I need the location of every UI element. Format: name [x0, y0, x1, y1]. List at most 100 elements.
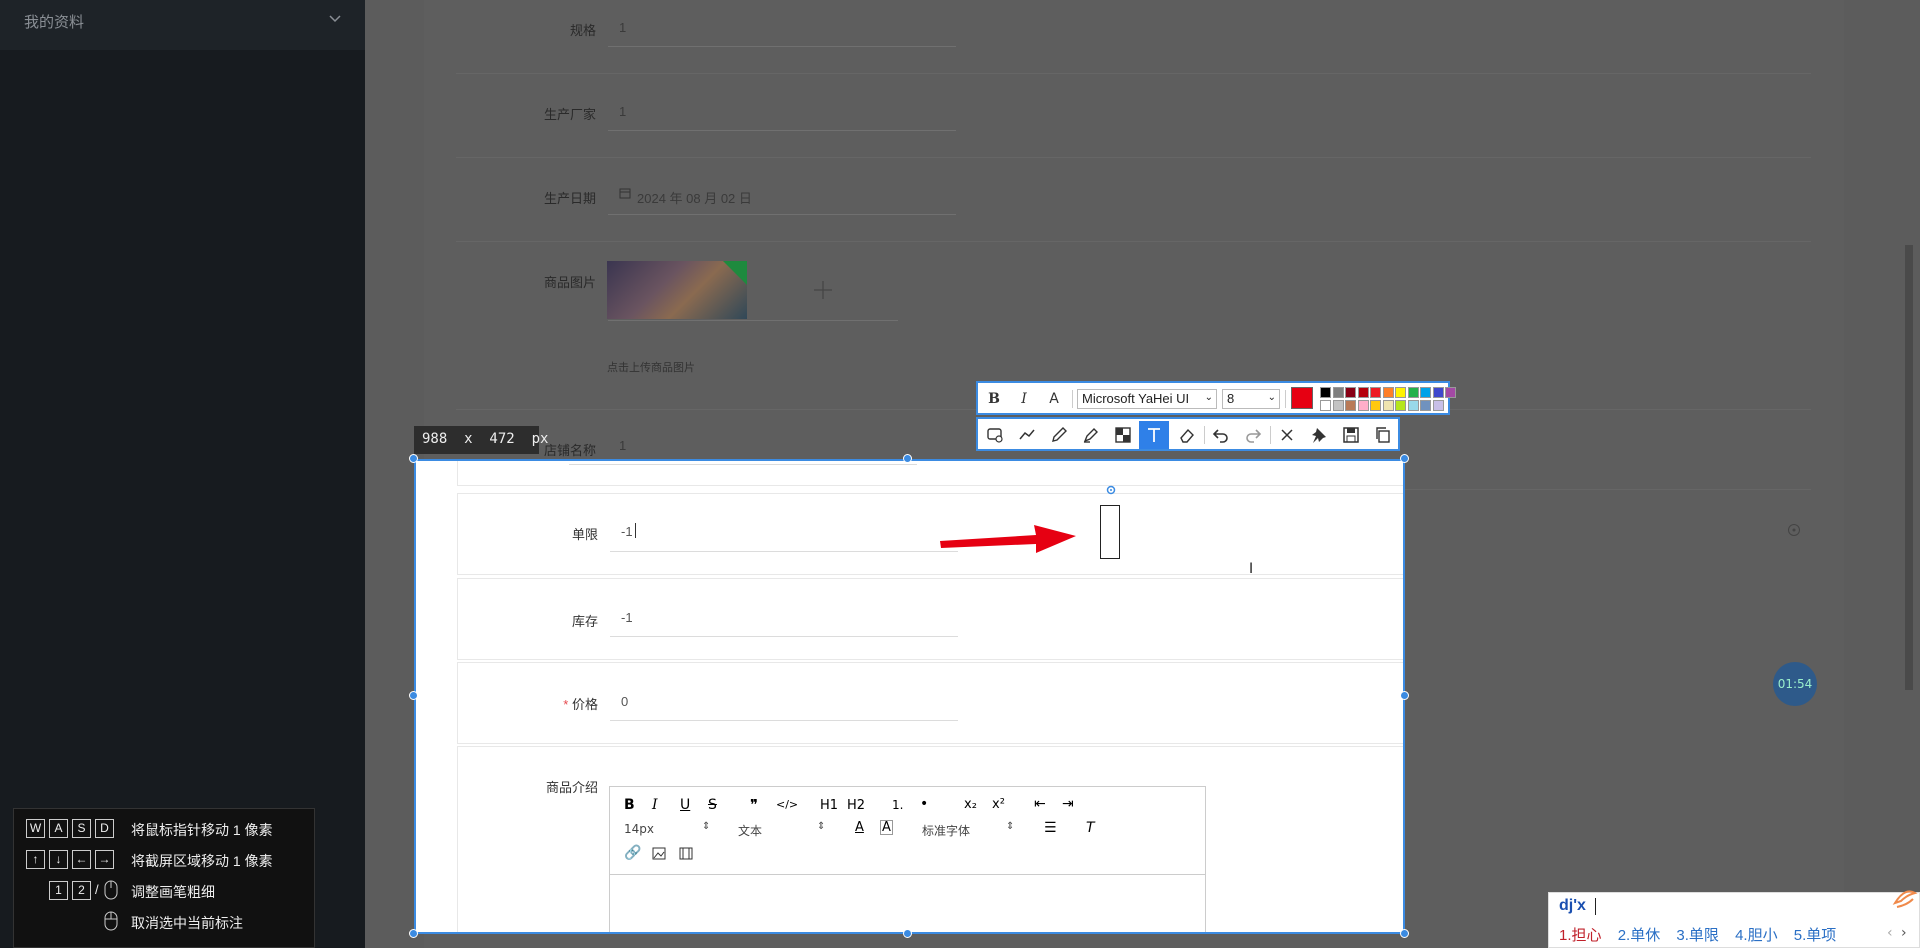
font-size-select[interactable]: 14px [624, 822, 654, 836]
color-swatch[interactable] [1332, 400, 1344, 411]
product-image-thumbnail[interactable] [607, 261, 747, 319]
background-color-icon[interactable]: A [880, 820, 893, 835]
undo-icon[interactable] [1212, 426, 1230, 444]
chevron-updown-icon: ⇕ [1006, 821, 1015, 832]
spec-input[interactable]: 1 [619, 20, 626, 35]
color-swatch[interactable] [1345, 400, 1356, 411]
color-swatch[interactable] [1395, 400, 1406, 411]
font-family-select[interactable]: 标准字体 [922, 822, 970, 839]
resize-handle-b[interactable] [903, 929, 912, 938]
font-color-icon[interactable]: A [855, 820, 864, 835]
font-size-select[interactable]: 8 ⌄ [1222, 389, 1280, 409]
heading2-button[interactable]: H2 [847, 798, 865, 813]
shop-name-input[interactable]: 1 [619, 438, 626, 453]
color-swatch[interactable] [1407, 387, 1419, 398]
italic-button[interactable]: I [1012, 388, 1036, 410]
ime-candidate[interactable]: 3.单限 [1676, 927, 1719, 944]
color-swatch[interactable] [1370, 400, 1381, 411]
link-icon[interactable]: 🔗 [624, 845, 641, 861]
outline-text-button[interactable]: A [1042, 388, 1066, 410]
mosaic-icon[interactable] [1114, 426, 1132, 444]
color-swatch[interactable] [1357, 400, 1369, 411]
manufacturer-input[interactable]: 1 [619, 104, 626, 119]
bold-button[interactable]: B [624, 797, 635, 813]
polyline-icon[interactable] [1018, 426, 1036, 444]
bold-button[interactable]: B [982, 388, 1006, 410]
rotate-handle-icon[interactable] [1106, 485, 1116, 495]
color-swatch[interactable] [1320, 400, 1331, 411]
redo-icon[interactable] [1244, 426, 1262, 444]
clear-format-icon[interactable]: T [1086, 820, 1095, 836]
color-swatch[interactable] [1382, 387, 1394, 398]
italic-button[interactable]: I [652, 797, 658, 813]
color-swatch[interactable] [1395, 387, 1406, 398]
text-annotation-box[interactable] [1100, 505, 1120, 559]
add-image-icon[interactable] [813, 280, 833, 300]
subscript-button[interactable]: x₂ [964, 797, 977, 812]
stock-input[interactable]: -1 [621, 610, 633, 625]
resize-handle-t[interactable] [903, 454, 912, 463]
strike-button[interactable]: S [708, 797, 717, 813]
screenshot-selection[interactable]: 单限 -1 库存 -1 * 价格 0 商品介绍 B I U S ❞ </> H1… [414, 459, 1405, 934]
heading1-button[interactable]: H1 [820, 798, 838, 813]
color-swatch[interactable] [1407, 400, 1419, 411]
scrollbar[interactable] [1905, 245, 1913, 690]
resize-handle-tr[interactable] [1400, 454, 1409, 463]
sogou-logo-icon [1892, 890, 1918, 908]
sidebar-menu-my-profile[interactable]: 我的资料 [0, 0, 365, 50]
blockquote-button[interactable]: ❞ [750, 796, 758, 814]
close-icon[interactable] [1278, 426, 1296, 444]
mouse-wheel-icon [104, 880, 118, 900]
shape-icon[interactable] [986, 426, 1004, 444]
timer-badge[interactable]: 01:54 [1773, 662, 1817, 706]
superscript-button[interactable]: x² [992, 797, 1005, 812]
color-swatch[interactable] [1357, 387, 1369, 398]
resize-handle-br[interactable] [1400, 929, 1409, 938]
image-icon[interactable] [652, 847, 666, 860]
text-tool-button[interactable] [1139, 421, 1169, 449]
ordered-list-button[interactable]: 1. [892, 798, 903, 812]
resize-handle-bl[interactable] [409, 929, 418, 938]
font-family-select[interactable]: Microsoft YaHei UI ⌄ [1077, 389, 1217, 409]
copy-icon[interactable] [1374, 426, 1392, 444]
video-icon[interactable] [679, 847, 693, 860]
color-swatch[interactable] [1420, 400, 1431, 411]
ime-candidate[interactable]: 5.单项 [1794, 927, 1837, 944]
limit-input[interactable]: -1 [621, 524, 633, 539]
text-style-toolbar: B I A Microsoft YaHei UI ⌄ 8 ⌄ [976, 381, 1456, 415]
underline-button[interactable]: U [680, 797, 690, 813]
pen-icon[interactable] [1050, 426, 1068, 444]
color-swatch[interactable] [1370, 387, 1381, 398]
color-swatch[interactable] [1332, 387, 1344, 398]
code-block-button[interactable]: </> [776, 798, 798, 811]
pin-icon[interactable] [1310, 426, 1328, 444]
production-date-input[interactable]: 2024 年 08 月 02 日 [637, 188, 752, 207]
bullet-list-button[interactable]: • [920, 796, 928, 812]
ime-next-icon[interactable]: › [1901, 925, 1907, 941]
color-swatch[interactable] [1432, 387, 1444, 398]
align-icon[interactable]: ☰ [1044, 820, 1057, 836]
indent-button[interactable]: ⇥ [1062, 796, 1074, 812]
outdent-button[interactable]: ⇤ [1034, 796, 1046, 812]
color-swatch[interactable] [1320, 387, 1331, 398]
block-type-select[interactable]: 文本 [738, 822, 762, 839]
ime-prev-icon[interactable]: ‹ [1887, 925, 1893, 941]
eraser-icon[interactable] [1178, 426, 1196, 444]
ime-candidate[interactable]: 4.胆小 [1735, 927, 1778, 944]
ime-candidate[interactable]: 1.担心 [1559, 927, 1602, 944]
price-input[interactable]: 0 [621, 694, 628, 709]
resize-handle-r[interactable] [1400, 691, 1409, 700]
active-color-swatch[interactable] [1291, 387, 1313, 409]
key-up: ↑ [26, 850, 45, 869]
color-swatch[interactable] [1432, 400, 1444, 411]
color-swatch[interactable] [1345, 387, 1356, 398]
ime-candidate[interactable]: 2.单休 [1618, 927, 1661, 944]
arrow-annotation[interactable] [936, 516, 1086, 556]
color-swatch[interactable] [1445, 387, 1456, 398]
resize-handle-tl[interactable] [409, 454, 418, 463]
color-swatch[interactable] [1420, 387, 1431, 398]
color-swatch[interactable] [1382, 400, 1394, 411]
save-icon[interactable] [1342, 426, 1360, 444]
resize-handle-l[interactable] [409, 691, 418, 700]
marker-icon[interactable] [1082, 426, 1100, 444]
